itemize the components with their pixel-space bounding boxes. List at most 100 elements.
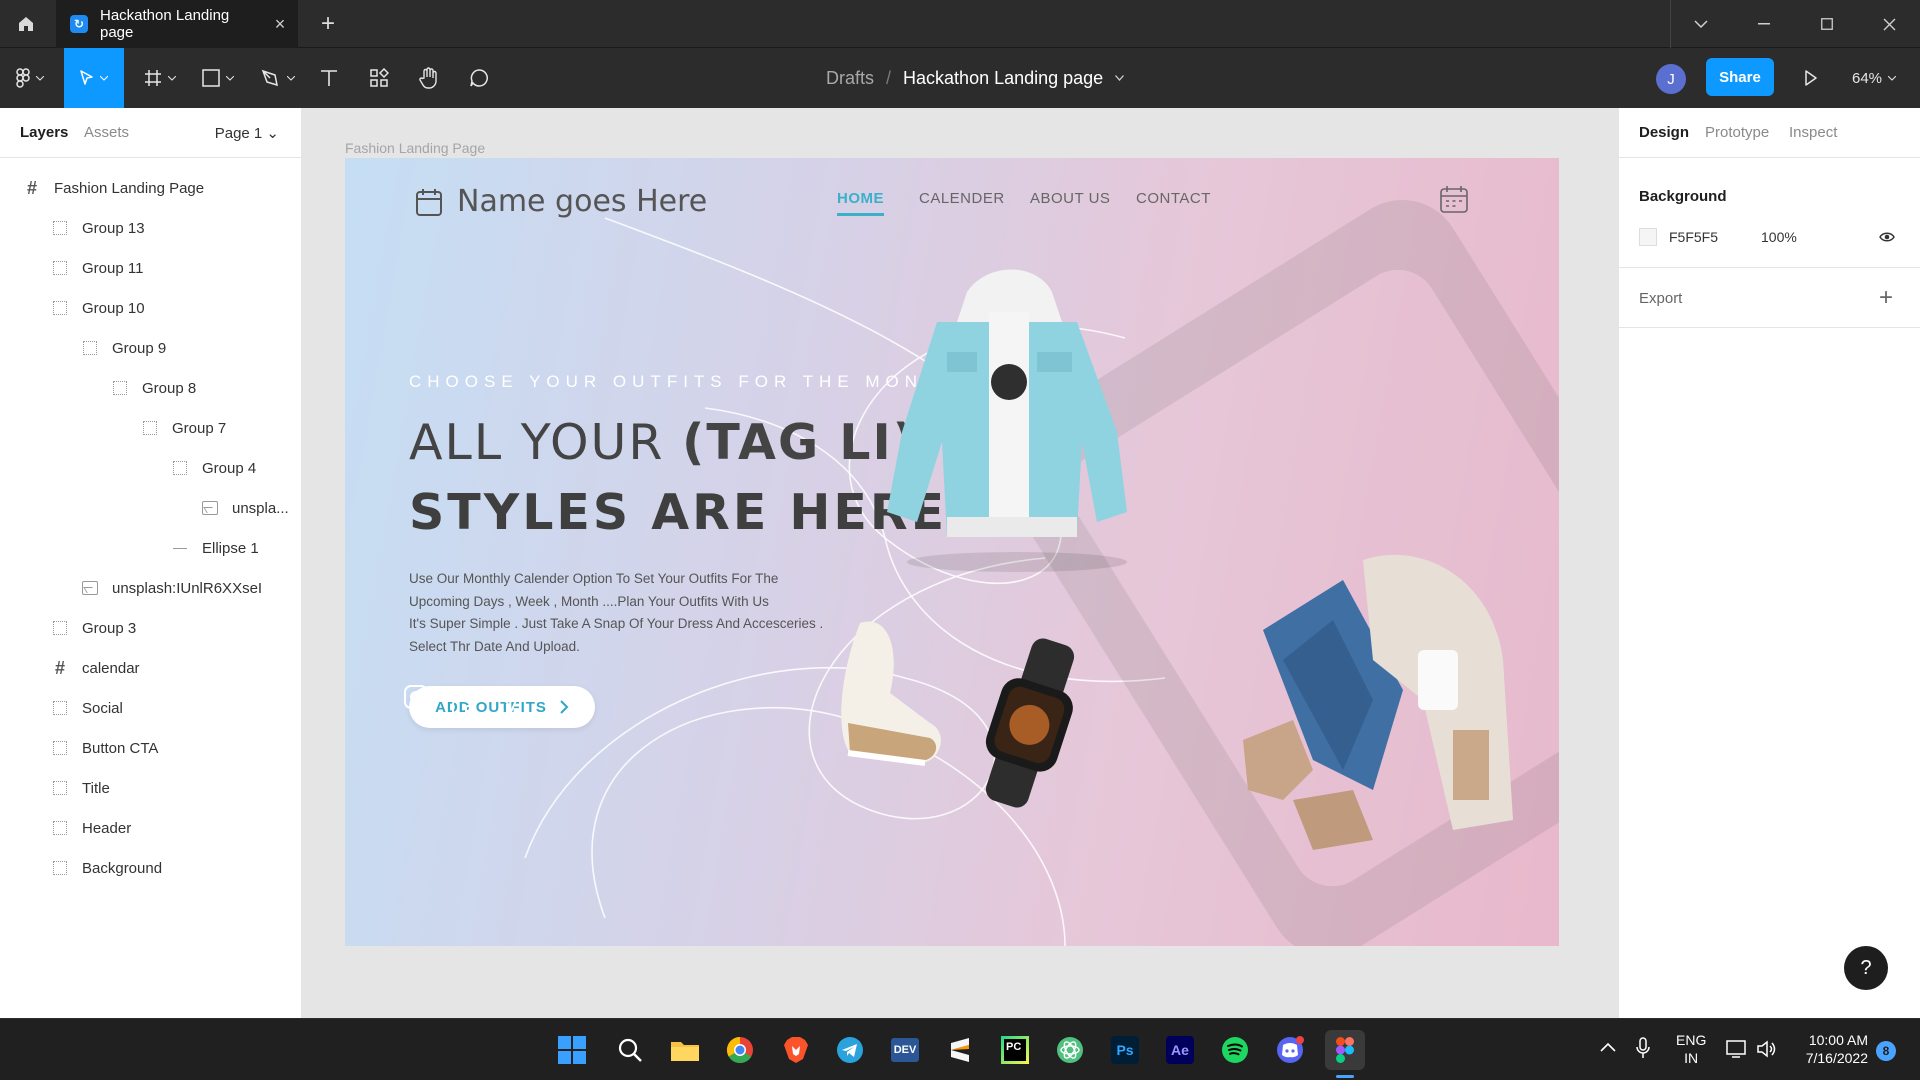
dev-button[interactable]: DEV xyxy=(885,1030,925,1070)
zoom-menu[interactable]: 64% xyxy=(1852,48,1897,108)
language-indicator[interactable]: ENG IN xyxy=(1676,1031,1706,1067)
site-logo[interactable]: Name goes Here xyxy=(415,184,707,219)
file-name[interactable]: Hackathon Landing page xyxy=(903,68,1103,89)
discord-button[interactable] xyxy=(1270,1030,1310,1070)
background-color-swatch[interactable] xyxy=(1639,228,1657,246)
tab-list-button[interactable] xyxy=(1670,0,1732,48)
text-tool-button[interactable] xyxy=(314,48,344,108)
tab-layers[interactable]: Layers xyxy=(20,124,68,141)
layer-row[interactable]: Background xyxy=(0,848,301,888)
telegram-link[interactable] xyxy=(495,686,523,719)
visibility-toggle[interactable] xyxy=(1879,230,1895,248)
resources-tool-button[interactable] xyxy=(364,48,394,108)
nav-contact[interactable]: CONTACT xyxy=(1136,190,1211,207)
close-icon xyxy=(1883,18,1895,30)
canvas[interactable]: Fashion Landing Page Name goes Here HOME… xyxy=(302,108,1618,1018)
start-button[interactable] xyxy=(552,1030,592,1070)
layer-row[interactable]: Social xyxy=(0,688,301,728)
facebook-link[interactable] xyxy=(451,698,477,729)
smartwatch-image xyxy=(975,638,1085,813)
figma-button[interactable] xyxy=(1325,1030,1365,1070)
close-window-button[interactable] xyxy=(1858,0,1920,48)
chrome-button[interactable] xyxy=(720,1030,760,1070)
main-menu-button[interactable] xyxy=(8,48,52,108)
close-tab-icon[interactable]: × xyxy=(262,14,298,35)
layer-row[interactable]: Button CTA xyxy=(0,728,301,768)
volume-button[interactable] xyxy=(1756,1039,1778,1064)
photoshop-button[interactable]: Ps xyxy=(1105,1030,1145,1070)
comment-tool-button[interactable] xyxy=(464,48,494,108)
layer-row[interactable]: # Fashion Landing Page xyxy=(0,168,301,208)
move-tool-button[interactable] xyxy=(64,48,124,108)
layer-row[interactable]: Group 8 xyxy=(0,368,301,408)
pycharm-button[interactable]: PC xyxy=(995,1030,1035,1070)
nav-calendar-button[interactable] xyxy=(1439,184,1469,219)
show-hidden-icons-button[interactable] xyxy=(1600,1039,1616,1057)
toolbar: Drafts / Hackathon Landing page xyxy=(0,48,1920,108)
atom-button[interactable] xyxy=(1050,1030,1090,1070)
clock[interactable]: 10:00 AM 7/16/2022 xyxy=(1796,1031,1868,1067)
layer-row[interactable]: Group 7 xyxy=(0,408,301,448)
tab-inspect[interactable]: Inspect xyxy=(1789,124,1837,141)
shape-tool-button[interactable] xyxy=(196,48,240,108)
minimize-button[interactable] xyxy=(1733,0,1795,48)
notification-badge[interactable]: 8 xyxy=(1876,1041,1896,1061)
photoshop-icon: Ps xyxy=(1111,1036,1139,1064)
chevron-down-icon[interactable] xyxy=(1115,75,1125,81)
add-export-button[interactable]: + xyxy=(1879,284,1893,312)
after-effects-button[interactable]: Ae xyxy=(1160,1030,1200,1070)
sublime-button[interactable] xyxy=(940,1030,980,1070)
layer-row[interactable]: Group 3 xyxy=(0,608,301,648)
page-selector[interactable]: Page 1 ⌄ xyxy=(215,124,279,142)
chevron-down-icon xyxy=(1888,75,1897,81)
nav-home[interactable]: HOME xyxy=(837,190,884,216)
maximize-button[interactable] xyxy=(1796,0,1858,48)
layer-row[interactable]: Group 9 xyxy=(0,328,301,368)
frame-tool-button[interactable] xyxy=(138,48,182,108)
landing-page-frame[interactable]: Name goes Here HOME CALENDER ABOUT US CO… xyxy=(345,158,1559,946)
home-button[interactable] xyxy=(0,0,52,48)
layer-row[interactable]: Group 4 xyxy=(0,448,301,488)
layer-row[interactable]: Title xyxy=(0,768,301,808)
file-explorer-button[interactable] xyxy=(665,1030,705,1070)
layer-row[interactable]: Group 10 xyxy=(0,288,301,328)
layer-row[interactable]: Header xyxy=(0,808,301,848)
nav-about-us[interactable]: ABOUT US xyxy=(1030,190,1110,207)
hero-subheading: CHOOSE YOUR OUTFITS FOR THE MONTH xyxy=(409,372,958,391)
group-icon xyxy=(52,620,68,636)
microphone-button[interactable] xyxy=(1636,1037,1650,1064)
maximize-icon xyxy=(1821,18,1833,30)
network-button[interactable] xyxy=(1726,1039,1748,1064)
spotify-button[interactable] xyxy=(1215,1030,1255,1070)
instagram-link[interactable] xyxy=(403,684,429,715)
layer-row[interactable]: Group 13 xyxy=(0,208,301,248)
background-title: Background xyxy=(1639,188,1727,205)
layer-row[interactable]: Group 11 xyxy=(0,248,301,288)
layer-row[interactable]: Ellipse 1 xyxy=(0,528,301,568)
help-button[interactable]: ? xyxy=(1844,946,1888,990)
background-hex-input[interactable]: F5F5F5 xyxy=(1669,229,1718,245)
tab-prototype[interactable]: Prototype xyxy=(1705,124,1769,141)
present-button[interactable] xyxy=(1794,48,1828,108)
breadcrumb-drafts-link[interactable]: Drafts xyxy=(826,68,874,89)
layer-row[interactable]: unsplash:IUnlR6XXseI xyxy=(0,568,301,608)
new-tab-button[interactable]: + xyxy=(310,0,346,48)
sneaker-image xyxy=(830,613,960,788)
frame-label[interactable]: Fashion Landing Page xyxy=(345,140,485,156)
telegram-button[interactable] xyxy=(830,1030,870,1070)
hand-tool-button[interactable] xyxy=(414,48,444,108)
search-button[interactable] xyxy=(610,1030,650,1070)
pen-tool-button[interactable] xyxy=(256,48,300,108)
layer-name: Fashion Landing Page xyxy=(54,179,205,197)
breadcrumb: Drafts / Hackathon Landing page xyxy=(826,48,1125,108)
nav-calender[interactable]: CALENDER xyxy=(919,190,1005,207)
user-avatar[interactable]: J xyxy=(1656,64,1686,94)
background-opacity-input[interactable]: 100% xyxy=(1761,229,1797,245)
layer-row[interactable]: unspla... xyxy=(0,488,301,528)
brave-button[interactable] xyxy=(776,1030,816,1070)
tab-design[interactable]: Design xyxy=(1639,124,1689,141)
document-tab[interactable]: ↻ Hackathon Landing page × xyxy=(56,0,298,48)
share-button[interactable]: Share xyxy=(1706,58,1774,96)
tab-assets[interactable]: Assets xyxy=(84,124,129,141)
layer-row[interactable]: # calendar xyxy=(0,648,301,688)
